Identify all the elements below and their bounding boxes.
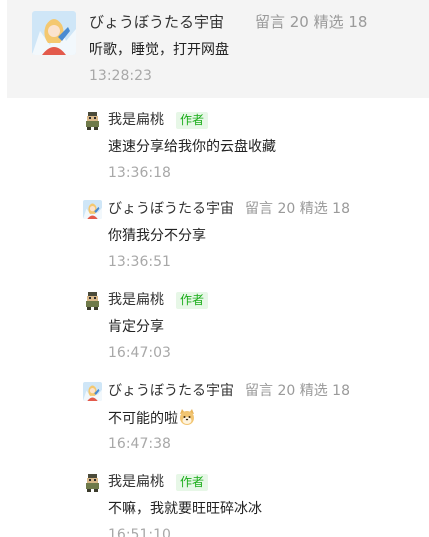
reply-time: 16:47:38 [108,436,171,452]
comment-text: 听歌，睡觉，打开网盘 [89,42,229,58]
author-stats: 留言 20 精选 18 [255,13,368,31]
comment-author[interactable]: びょうぼうたる宇宙 [89,12,224,32]
author-badge: 作者 [176,474,209,491]
reply-item: 我是扁桃 作者 肯定分享 16:47:03 [0,291,429,379]
pixel-character-avatar-icon[interactable] [83,291,102,310]
reply-author[interactable]: びょうぼうたる宇宙 [108,200,234,219]
comment-time: 13:28:23 [89,68,152,84]
reply-time: 16:51:10 [108,527,171,537]
doge-face-icon [178,408,196,426]
reply-author[interactable]: びょうぼうたる宇宙 [108,382,234,401]
top-comment: びょうぼうたる宇宙 留言 20 精选 18 听歌，睡觉，打开网盘 13:28:2… [7,0,429,98]
reply-author[interactable]: 我是扁桃 [108,111,164,130]
reply-author[interactable]: 我是扁桃 [108,473,164,492]
pixel-character-avatar-icon[interactable] [83,473,102,492]
reply-time: 16:47:03 [108,345,171,361]
author-badge: 作者 [176,292,209,309]
reply-text: 肯定分享 [108,319,164,335]
anime-character-avatar-icon[interactable] [83,382,102,401]
author-badge: 作者 [176,112,209,129]
reply-item: びょうぼうたる宇宙 留言 20 精选 18 你猜我分不分享 13:36:51 [0,200,429,288]
reply-text: 不可能的啦 [108,411,178,427]
reply-item: 我是扁桃 作者 速速分享给我你的云盘收藏 13:36:18 [0,111,429,199]
reply-time: 13:36:18 [108,165,171,181]
author-stats: 留言 20 精选 18 [245,383,350,399]
comment-thread: びょうぼうたる宇宙 留言 20 精选 18 听歌，睡觉，打开网盘 13:28:2… [0,0,429,537]
reply-item: びょうぼうたる宇宙 留言 20 精选 18 不可能的啦 16:47:38 [0,382,429,470]
anime-character-avatar-icon[interactable] [32,11,76,55]
reply-text: 速速分享给我你的云盘收藏 [108,139,276,155]
reply-text-line: 不可能的啦 [108,408,196,429]
reply-text: 你猜我分不分享 [108,228,206,244]
pixel-character-avatar-icon[interactable] [83,111,102,130]
author-stats: 留言 20 精选 18 [245,201,350,217]
anime-character-avatar-icon[interactable] [83,200,102,219]
reply-time: 13:36:51 [108,254,171,270]
reply-author[interactable]: 我是扁桃 [108,291,164,310]
reply-text: 不嘛，我就要旺旺碎冰冰 [108,501,262,517]
reply-item: 我是扁桃 作者 不嘛，我就要旺旺碎冰冰 16:51:10 [0,473,429,537]
